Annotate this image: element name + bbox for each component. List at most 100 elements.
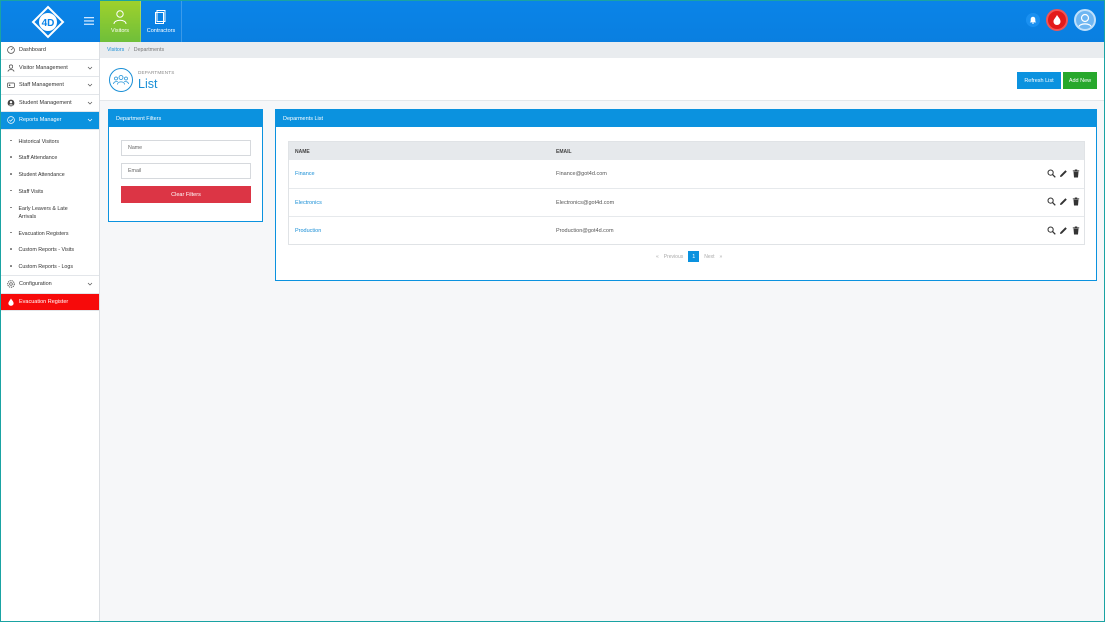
table-row: Electronics Electronics@got4d.com [289, 189, 1084, 218]
sidebar-sub-staff-visits[interactable]: Staff Visits [1, 183, 99, 200]
top-nav: Visitors Contractors [100, 1, 182, 42]
breadcrumb-root-link[interactable]: Visitors [107, 47, 124, 53]
breadcrumb: Visitors / Departments [100, 42, 1104, 58]
sidebar-sub-student-attendance[interactable]: Student Attendance [1, 166, 99, 183]
reports-icon [7, 116, 15, 125]
edit-pencil-icon[interactable] [1059, 168, 1068, 178]
chevron-down-icon [87, 281, 93, 287]
table-row: Finance Finance@got4d.com [289, 160, 1084, 189]
sidebar-sub-early-leavers[interactable]: Early Leavers & Late Arrivals [1, 200, 99, 225]
sidebar-item-label: Visitor Management [19, 64, 68, 71]
contractor-icon [153, 9, 169, 25]
row-actions [1047, 225, 1080, 235]
dashboard-icon [7, 46, 15, 55]
sidebar-item-visitor-management[interactable]: Visitor Management [1, 60, 99, 77]
user-avatar[interactable] [1074, 9, 1096, 31]
trash-icon[interactable] [1071, 225, 1080, 235]
breadcrumb-separator: / [128, 47, 130, 53]
sidebar-item-label: Staff Management [19, 82, 64, 89]
pager-next-arrow[interactable]: » [720, 254, 723, 260]
topnav-contractors-label: Contractors [146, 28, 176, 34]
sidebar-sub-custom-reports-logs[interactable]: Custom Reports - Logs [1, 258, 99, 275]
trash-icon[interactable] [1071, 168, 1080, 178]
sidebar-sub-staff-attendance[interactable]: Staff Attendance [1, 149, 99, 166]
sidebar-item-staff-management[interactable]: Staff Management [1, 77, 99, 95]
email-filter-input[interactable]: Email [121, 163, 251, 179]
departments-icon [109, 68, 133, 92]
table-header: NAME EMAIL [289, 142, 1084, 160]
visitor-icon [112, 9, 128, 25]
top-bar: 4D Visitors Contractors [1, 1, 1104, 42]
topnav-visitors[interactable]: Visitors [100, 1, 141, 42]
list-panel-title: Deparments List [276, 110, 1096, 127]
pager-previous[interactable]: Previous [664, 254, 683, 260]
search-icon[interactable] [1047, 225, 1056, 235]
pager-prev-arrow[interactable]: « [656, 254, 659, 260]
pager-current-page[interactable]: 1 [688, 251, 700, 262]
gear-icon [7, 280, 15, 289]
edit-pencil-icon[interactable] [1059, 225, 1068, 235]
chevron-down-icon [87, 100, 93, 106]
sidebar-item-student-management[interactable]: Student Management [1, 95, 99, 112]
chevron-down-icon [87, 65, 93, 71]
logo-4d-icon[interactable]: 4D [31, 5, 65, 39]
name-filter-input[interactable]: Name [121, 140, 251, 156]
pager-next[interactable]: Next [704, 254, 714, 260]
search-icon[interactable] [1047, 197, 1056, 207]
sidebar-item-evacuation-register[interactable]: Evacuation Register [1, 293, 99, 312]
page-title: List [138, 77, 158, 91]
add-new-button[interactable]: Add New [1063, 72, 1097, 89]
sidebar-item-label: Dashboard [19, 47, 46, 54]
sidebar-sub-evacuation-registers[interactable]: Evacuation Registers [1, 225, 99, 242]
page-subtitle: DEPARTMENTS [138, 70, 175, 75]
row-actions [1047, 168, 1080, 178]
sidebar-sub-custom-reports-visits[interactable]: Custom Reports - Visits [1, 241, 99, 258]
departments-list-panel: Deparments List NAME EMAIL Finance Finan… [275, 109, 1097, 281]
sidebar-item-reports-manager[interactable]: Reports Manager [1, 112, 99, 130]
evacuation-alert-button[interactable] [1046, 9, 1068, 31]
sidebar-item-label: Student Management [19, 99, 72, 106]
student-management-icon [7, 99, 15, 107]
sidebar-item-label: Configuration [19, 281, 52, 288]
app-window: 4D Visitors Contractors Dashboard Visito… [0, 0, 1105, 622]
sidebar-item-configuration[interactable]: Configuration [1, 276, 99, 294]
notification-bell-icon[interactable] [1026, 13, 1040, 27]
topnav-contractors[interactable]: Contractors [141, 1, 182, 42]
column-header-name[interactable]: NAME [295, 149, 310, 155]
trash-icon[interactable] [1071, 197, 1080, 207]
department-email: Finance@got4d.com [556, 171, 607, 177]
staff-management-icon [7, 81, 15, 89]
sidebar-sub-historical-visitors[interactable]: Historical Visitors [1, 133, 99, 150]
edit-pencil-icon[interactable] [1059, 197, 1068, 207]
page-header: DEPARTMENTS List Refresh List Add New [100, 58, 1104, 101]
table-row: Production Production@got4d.com [289, 217, 1084, 246]
departments-table: NAME EMAIL Finance Finance@got4d.com Ele… [288, 141, 1085, 245]
department-name-link[interactable]: Production [295, 228, 321, 234]
top-right-actions [1026, 9, 1096, 31]
svg-text:4D: 4D [42, 18, 55, 29]
evacuation-icon [7, 298, 15, 306]
refresh-list-button[interactable]: Refresh List [1017, 72, 1061, 89]
reports-submenu: Historical Visitors Staff Attendance Stu… [1, 130, 99, 277]
filters-panel-title: Department Filters [109, 110, 262, 127]
menu-toggle-icon[interactable] [83, 15, 95, 27]
department-name-link[interactable]: Finance [295, 171, 315, 177]
department-filters-panel: Department Filters Name Email Clear Filt… [108, 109, 263, 222]
department-email: Production@got4d.com [556, 228, 614, 235]
search-icon[interactable] [1047, 168, 1056, 178]
clear-filters-button[interactable]: Clear Filters [121, 186, 251, 203]
department-name-link[interactable]: Electronics [295, 200, 322, 206]
sidebar-item-label: Reports Manager [19, 117, 62, 124]
chevron-down-icon [87, 82, 93, 88]
sidebar-item-dashboard[interactable]: Dashboard [1, 42, 99, 60]
row-actions [1047, 197, 1080, 207]
sidebar-item-label: Evacuation Register [19, 298, 69, 305]
topnav-visitors-label: Visitors [111, 28, 129, 34]
pagination: « Previous 1 Next » [656, 251, 722, 262]
flame-icon [1053, 15, 1061, 25]
department-email: Electronics@got4d.com [556, 199, 615, 206]
chevron-down-icon [87, 117, 93, 123]
visitor-management-icon [7, 64, 15, 72]
column-header-email[interactable]: EMAIL [556, 149, 572, 155]
user-icon [1077, 13, 1093, 29]
